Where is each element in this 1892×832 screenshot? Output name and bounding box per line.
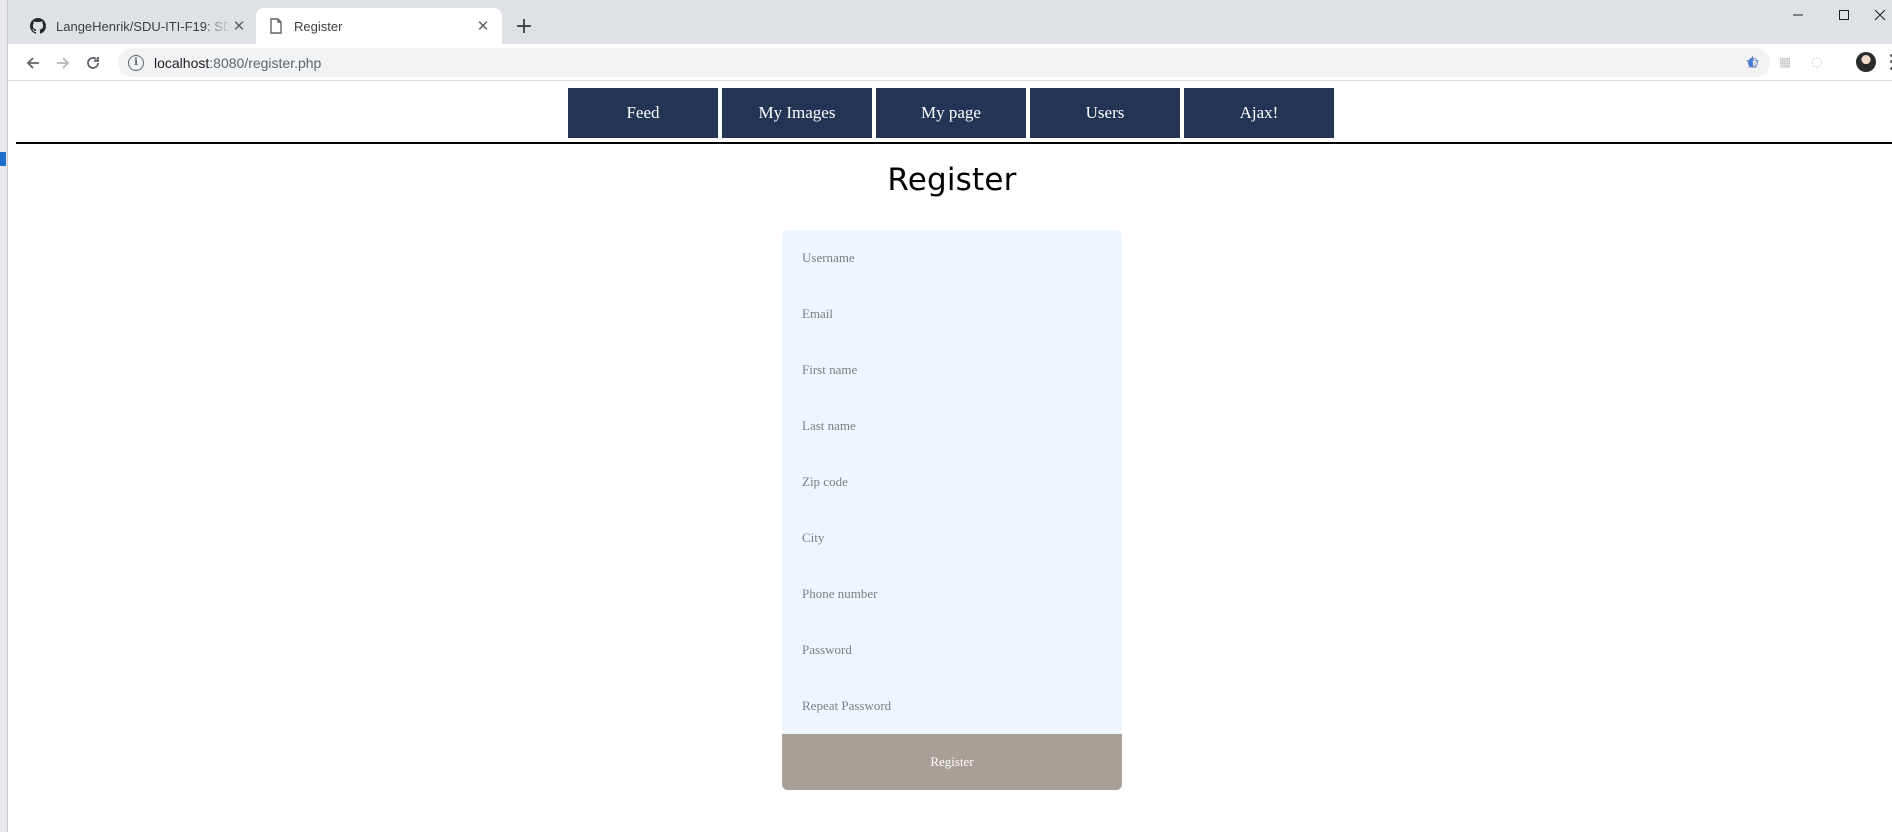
register-button[interactable]: Register xyxy=(782,734,1122,790)
address-bar[interactable]: i localhost:8080/register.php ☆ xyxy=(118,48,1770,77)
new-tab-button[interactable]: + xyxy=(510,14,538,39)
tab-title: LangeHenrik/SDU-ITI-F19: SDU I xyxy=(56,18,230,34)
back-arrow-icon[interactable] xyxy=(20,50,46,76)
email-field[interactable] xyxy=(782,286,1122,342)
nav-users[interactable]: Users xyxy=(1030,88,1180,138)
minimize-icon[interactable] xyxy=(1776,0,1820,30)
tab-github[interactable]: LangeHenrik/SDU-ITI-F19: SDU I ✕ xyxy=(18,8,258,44)
extension-icon[interactable]: ◐ xyxy=(1744,53,1762,71)
url-host: localhost xyxy=(154,54,210,71)
browser-toolbar: i localhost:8080/register.php ☆ ◐ ▦ ◌ xyxy=(8,44,1892,81)
tab-title: Register xyxy=(294,18,343,34)
page-content: Feed My Images My page Users Ajax! Regis… xyxy=(8,82,1892,832)
first-name-field[interactable] xyxy=(782,342,1122,398)
page-icon xyxy=(268,18,284,34)
extension-icon[interactable]: ◌ xyxy=(1808,53,1826,71)
zip-code-field[interactable] xyxy=(782,454,1122,510)
profile-avatar[interactable] xyxy=(1856,52,1876,72)
last-name-field[interactable] xyxy=(782,398,1122,454)
site-nav: Feed My Images My page Users Ajax! xyxy=(568,88,1334,138)
close-tab-icon[interactable]: ✕ xyxy=(474,17,492,35)
nav-my-page[interactable]: My page xyxy=(876,88,1026,138)
tab-strip: LangeHenrik/SDU-ITI-F19: SDU I ✕ Registe… xyxy=(8,0,1892,44)
url-path: :8080/register.php xyxy=(209,54,322,71)
city-field[interactable] xyxy=(782,510,1122,566)
repeat-password-field[interactable] xyxy=(782,678,1122,734)
password-field[interactable] xyxy=(782,622,1122,678)
tab-register[interactable]: Register ✕ xyxy=(256,8,502,44)
nav-my-images[interactable]: My Images xyxy=(722,88,872,138)
site-info-icon[interactable]: i xyxy=(128,54,144,71)
github-icon xyxy=(30,18,46,34)
extension-icon[interactable]: ▦ xyxy=(1776,53,1794,71)
menu-kebab-icon[interactable] xyxy=(1888,52,1892,72)
page-title: Register xyxy=(887,162,1017,198)
forward-arrow-icon[interactable] xyxy=(50,50,76,76)
divider xyxy=(16,142,1892,144)
reload-icon[interactable] xyxy=(80,50,106,76)
background-window-accent xyxy=(0,152,6,166)
close-window-icon[interactable] xyxy=(1868,0,1892,30)
register-form: Register xyxy=(782,230,1122,790)
maximize-icon[interactable] xyxy=(1822,0,1866,30)
background-window-edge xyxy=(0,0,8,832)
phone-number-field[interactable] xyxy=(782,566,1122,622)
close-tab-icon[interactable]: ✕ xyxy=(230,17,248,35)
username-field[interactable] xyxy=(782,230,1122,286)
nav-feed[interactable]: Feed xyxy=(568,88,718,138)
nav-ajax[interactable]: Ajax! xyxy=(1184,88,1334,138)
